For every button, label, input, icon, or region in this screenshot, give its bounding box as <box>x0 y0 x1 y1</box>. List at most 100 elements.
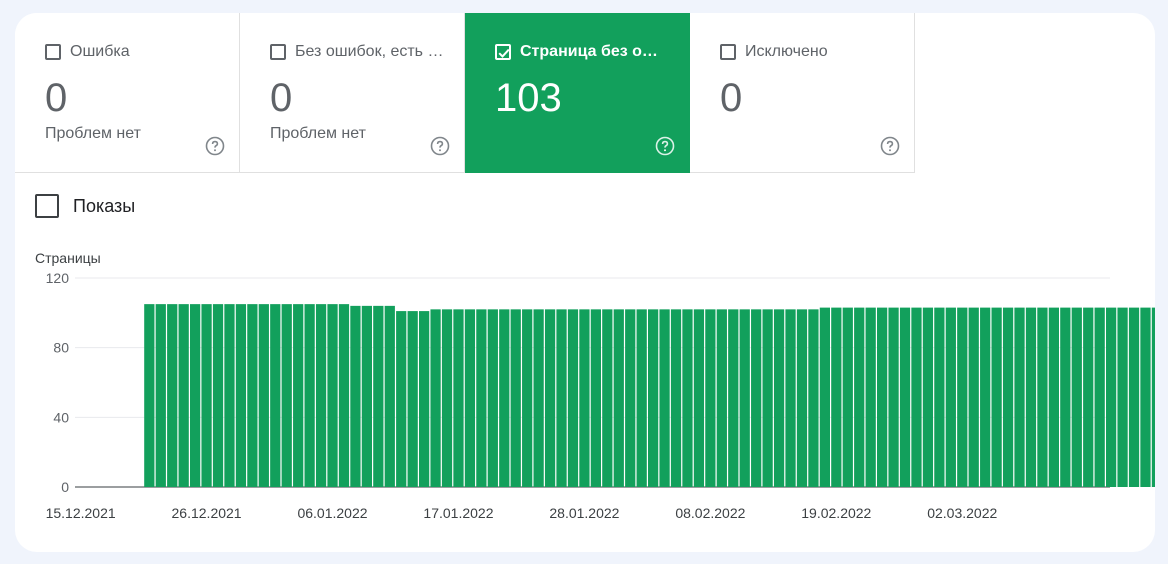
bar[interactable]: 22.12.2021: 105 <box>155 304 166 488</box>
coverage-report-card: Ошибка 0 Проблем нет Без ошибок, есть пр… <box>15 13 1155 552</box>
bar[interactable]: 16.02.2022: 102 <box>796 309 808 487</box>
x-tick-label: 26.12.2021 <box>172 505 242 521</box>
bar[interactable]: 07.02.2022: 102 <box>693 309 705 487</box>
bar[interactable]: 31.12.2021: 105 <box>258 304 269 488</box>
bar[interactable]: 13.02.2022: 102 <box>762 309 773 487</box>
bar[interactable]: 26.12.2021: 105 <box>201 304 212 488</box>
bar[interactable]: 14.03.2022: 103 <box>1094 307 1105 487</box>
bar[interactable]: 23.02.2022: 103 <box>877 307 888 487</box>
bar[interactable]: 04.01.2022: 105 <box>304 304 315 488</box>
bar[interactable]: 05.03.2022: 103 <box>991 307 1002 487</box>
bar[interactable]: 20.01.2022: 102 <box>487 309 498 487</box>
bar[interactable]: 04.03.2022: 103 <box>980 307 991 487</box>
bar[interactable]: 11.02.2022: 102 <box>739 309 750 487</box>
bar[interactable]: 10.02.2022: 102 <box>728 309 739 487</box>
bar[interactable]: 14.02.2022: 102 <box>773 309 785 487</box>
bar[interactable]: 16.01.2022: 102 <box>441 309 453 487</box>
bar[interactable]: 15.03.2022: 103 <box>1106 307 1117 487</box>
bar[interactable]: 30.01.2022: 102 <box>602 309 613 487</box>
bar[interactable]: 03.02.2022: 102 <box>648 309 659 487</box>
bar[interactable]: 15.02.2022: 102 <box>785 309 796 487</box>
bar[interactable]: 18.02.2022: 103 <box>819 307 830 487</box>
bar[interactable]: 02.02.2022: 102 <box>636 309 647 487</box>
x-tick-label: 15.12.2021 <box>46 505 116 521</box>
bar[interactable]: 01.01.2022: 105 <box>270 304 281 488</box>
bar[interactable]: 20.02.2022: 103 <box>842 307 853 487</box>
bar[interactable]: 28.12.2021: 105 <box>224 304 235 488</box>
bar[interactable]: 31.01.2022: 102 <box>613 309 624 487</box>
bar[interactable]: 07.01.2022: 105 <box>338 304 350 488</box>
bar[interactable]: 19.01.2022: 102 <box>476 309 487 487</box>
y-tick-label: 80 <box>53 340 69 356</box>
x-tick-label: 28.01.2022 <box>549 505 619 521</box>
bar[interactable]: 10.01.2022: 104 <box>373 305 384 487</box>
bar[interactable]: 29.01.2022: 102 <box>590 309 601 487</box>
bar[interactable]: 12.03.2022: 103 <box>1071 307 1082 487</box>
bar[interactable]: 30.12.2021: 105 <box>247 304 258 488</box>
bar[interactable]: 17.01.2022: 102 <box>453 309 464 487</box>
bar[interactable]: 27.01.2022: 102 <box>567 309 579 487</box>
bar[interactable]: 26.01.2022: 102 <box>556 309 567 487</box>
bar[interactable]: 13.01.2022: 101 <box>407 311 418 487</box>
bar[interactable]: 27.12.2021: 105 <box>212 304 224 488</box>
bar[interactable]: 03.03.2022: 103 <box>968 307 979 487</box>
x-tick-label: 17.01.2022 <box>423 505 493 521</box>
bar[interactable]: 24.12.2021: 105 <box>178 304 189 488</box>
bar[interactable]: 28.01.2022: 102 <box>579 309 590 487</box>
bar[interactable]: 09.03.2022: 103 <box>1037 307 1048 487</box>
bar[interactable]: 08.03.2022: 103 <box>1025 307 1037 487</box>
bar[interactable]: 26.02.2022: 103 <box>911 307 922 487</box>
bar[interactable]: 25.01.2022: 102 <box>544 309 556 487</box>
bar[interactable]: 15.01.2022: 102 <box>430 309 441 487</box>
bar[interactable]: 02.03.2022: 103 <box>957 307 968 487</box>
bar[interactable]: 24.02.2022: 103 <box>888 307 899 487</box>
bar[interactable]: 03.01.2022: 105 <box>293 304 304 488</box>
bar[interactable]: 06.01.2022: 105 <box>327 304 338 488</box>
bar[interactable]: 12.01.2022: 101 <box>396 311 407 487</box>
x-tick-label: 06.01.2022 <box>297 505 367 521</box>
bar[interactable]: 29.12.2021: 105 <box>235 304 247 488</box>
x-tick-label: 08.02.2022 <box>675 505 745 521</box>
bar[interactable]: 22.01.2022: 102 <box>510 309 521 487</box>
bar[interactable]: 11.01.2022: 104 <box>384 305 395 487</box>
bar[interactable]: 27.02.2022: 103 <box>922 307 934 487</box>
bar[interactable]: 09.01.2022: 104 <box>361 305 372 487</box>
bar[interactable]: 12.02.2022: 102 <box>751 309 762 487</box>
bar[interactable]: 10.03.2022: 103 <box>1048 307 1059 487</box>
bar[interactable]: 08.01.2022: 104 <box>350 305 361 487</box>
y-tick-label: 40 <box>53 409 69 425</box>
bar[interactable]: 07.03.2022: 103 <box>1014 307 1025 487</box>
bar[interactable]: 25.12.2021: 105 <box>190 304 201 488</box>
bar[interactable]: 21.02.2022: 103 <box>854 307 865 487</box>
bar[interactable]: 05.02.2022: 102 <box>670 309 682 487</box>
bar[interactable]: 21.12.2021: 105 <box>144 304 155 488</box>
bar[interactable]: 01.02.2022: 102 <box>625 309 636 487</box>
bar[interactable]: 16.03.2022: 103 <box>1117 307 1128 487</box>
bar[interactable]: 01.03.2022: 103 <box>945 307 956 487</box>
bar[interactable]: 06.02.2022: 102 <box>682 309 693 487</box>
bar[interactable]: 05.01.2022: 105 <box>315 304 327 488</box>
bar[interactable]: 09.02.2022: 102 <box>716 309 727 487</box>
bar[interactable]: 14.01.2022: 101 <box>419 311 430 487</box>
bar[interactable]: 24.01.2022: 102 <box>533 309 544 487</box>
bar[interactable]: 13.03.2022: 103 <box>1083 307 1094 487</box>
bar[interactable]: 04.02.2022: 102 <box>659 309 670 487</box>
bar[interactable]: 08.02.2022: 102 <box>705 309 716 487</box>
bar[interactable]: 21.01.2022: 102 <box>499 309 510 487</box>
bar[interactable]: 28.02.2022: 103 <box>934 307 945 487</box>
bar[interactable]: 19.02.2022: 103 <box>831 307 842 487</box>
bar[interactable]: 23.01.2022: 102 <box>522 309 533 487</box>
bar[interactable]: 18.01.2022: 102 <box>464 309 476 487</box>
bar[interactable]: 11.03.2022: 103 <box>1060 307 1071 487</box>
bar[interactable]: 22.02.2022: 103 <box>865 307 876 487</box>
bar[interactable]: 17.02.2022: 102 <box>808 309 819 487</box>
bar[interactable]: 19.03.2022: 103 <box>1151 307 1155 487</box>
bar[interactable]: 02.01.2022: 105 <box>281 304 292 488</box>
bar[interactable]: 17.03.2022: 103 <box>1128 307 1140 487</box>
bar[interactable]: 25.02.2022: 103 <box>899 307 911 487</box>
y-tick-label: 120 <box>46 270 70 286</box>
x-tick-label: 19.02.2022 <box>801 505 871 521</box>
bar[interactable]: 06.03.2022: 103 <box>1002 307 1014 487</box>
bar[interactable]: 18.03.2022: 103 <box>1140 307 1151 487</box>
bar[interactable]: 23.12.2021: 105 <box>167 304 178 488</box>
